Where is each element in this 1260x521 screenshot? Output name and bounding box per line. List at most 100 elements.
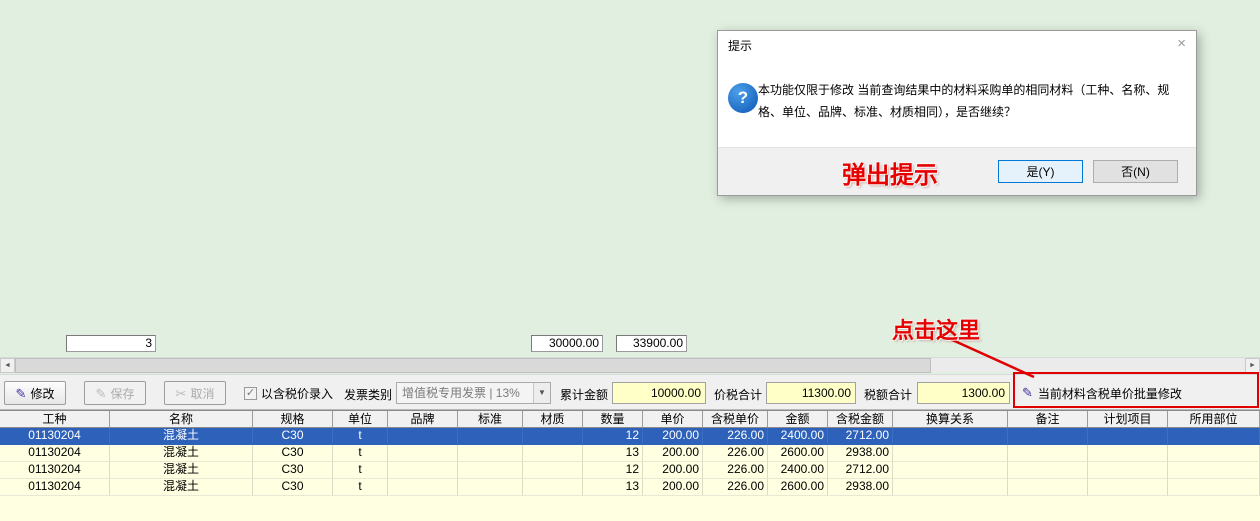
price-tax-total-field[interactable]: 11300.00: [766, 382, 856, 404]
table-cell[interactable]: [1008, 462, 1088, 479]
column-header-10[interactable]: 含税单价: [703, 411, 768, 427]
chevron-down-icon[interactable]: ▼: [533, 383, 550, 403]
table-cell[interactable]: t: [333, 428, 388, 445]
table-cell[interactable]: C30: [253, 462, 333, 479]
invoice-type-select[interactable]: 增值税专用发票 | 13% ▼: [396, 382, 551, 404]
table-cell[interactable]: [1008, 428, 1088, 445]
table-cell[interactable]: 13: [583, 479, 643, 496]
table-cell[interactable]: [388, 428, 458, 445]
column-header-8[interactable]: 数量: [583, 411, 643, 427]
column-header-7[interactable]: 材质: [523, 411, 583, 427]
table-cell[interactable]: 01130204: [0, 462, 110, 479]
table-cell[interactable]: 2938.00: [828, 445, 893, 462]
table-cell[interactable]: [458, 445, 523, 462]
table-cell[interactable]: 混凝土: [110, 445, 253, 462]
table-cell[interactable]: [523, 445, 583, 462]
table-cell[interactable]: [1088, 462, 1168, 479]
column-header-2[interactable]: 名称: [110, 411, 253, 427]
table-row[interactable]: 01130204混凝土C30t 13200.00226.002600.002938…: [0, 479, 1260, 496]
table-cell[interactable]: 01130204: [0, 479, 110, 496]
table-cell[interactable]: [388, 462, 458, 479]
column-header-6[interactable]: 标准: [458, 411, 523, 427]
yes-button[interactable]: 是(Y): [998, 160, 1083, 183]
tax-included-checkbox[interactable]: ✓ 以含税价录入: [244, 385, 333, 402]
table-cell[interactable]: [523, 428, 583, 445]
no-button[interactable]: 否(N): [1093, 160, 1178, 183]
table-cell[interactable]: 226.00: [703, 462, 768, 479]
table-row[interactable]: 01130204混凝土C30t 12200.00226.002400.002712…: [0, 462, 1260, 479]
table-cell[interactable]: [1168, 428, 1260, 445]
table-cell[interactable]: [1088, 445, 1168, 462]
column-header-12[interactable]: 含税金额: [828, 411, 893, 427]
column-header-5[interactable]: 品牌: [388, 411, 458, 427]
table-cell[interactable]: [1168, 462, 1260, 479]
table-cell[interactable]: [1008, 445, 1088, 462]
cumulative-amount-field[interactable]: 10000.00: [612, 382, 706, 404]
table-cell[interactable]: [1168, 445, 1260, 462]
table-cell[interactable]: [893, 428, 1008, 445]
table-cell[interactable]: 2400.00: [768, 462, 828, 479]
table-cell[interactable]: [388, 479, 458, 496]
table-row[interactable]: 01130204混凝土C30t 13200.00226.002600.002938…: [0, 445, 1260, 462]
tax-total-field[interactable]: 1300.00: [917, 382, 1010, 404]
horizontal-scrollbar[interactable]: ◄ ►: [0, 357, 1260, 372]
table-cell[interactable]: 200.00: [643, 479, 703, 496]
table-cell[interactable]: C30: [253, 428, 333, 445]
column-header-13[interactable]: 换算关系: [893, 411, 1008, 427]
table-cell[interactable]: 13: [583, 445, 643, 462]
table-cell[interactable]: C30: [253, 445, 333, 462]
scrollbar-thumb[interactable]: [15, 358, 931, 373]
column-header-1[interactable]: 工种: [0, 411, 110, 427]
table-cell[interactable]: t: [333, 479, 388, 496]
table-cell[interactable]: 226.00: [703, 479, 768, 496]
column-header-9[interactable]: 单价: [643, 411, 703, 427]
dialog-titlebar[interactable]: 提示 ×: [718, 31, 1196, 57]
table-cell[interactable]: [388, 445, 458, 462]
table-cell[interactable]: 2400.00: [768, 428, 828, 445]
table-cell[interactable]: [1008, 479, 1088, 496]
table-cell[interactable]: 混凝土: [110, 428, 253, 445]
table-cell[interactable]: [458, 479, 523, 496]
table-cell[interactable]: 2600.00: [768, 479, 828, 496]
table-cell[interactable]: 226.00: [703, 428, 768, 445]
column-header-16[interactable]: 所用部位: [1168, 411, 1260, 427]
table-cell[interactable]: C30: [253, 479, 333, 496]
table-cell[interactable]: [523, 479, 583, 496]
modify-button[interactable]: ✎ 修改: [4, 381, 66, 405]
table-cell[interactable]: 200.00: [643, 445, 703, 462]
table-cell[interactable]: 226.00: [703, 445, 768, 462]
table-cell[interactable]: 2712.00: [828, 428, 893, 445]
column-header-15[interactable]: 计划项目: [1088, 411, 1168, 427]
column-header-4[interactable]: 单位: [333, 411, 388, 427]
table-cell[interactable]: [458, 428, 523, 445]
table-cell[interactable]: t: [333, 445, 388, 462]
table-cell[interactable]: 200.00: [643, 462, 703, 479]
table-cell[interactable]: [893, 479, 1008, 496]
table-cell[interactable]: 12: [583, 428, 643, 445]
table-cell[interactable]: 2712.00: [828, 462, 893, 479]
table-cell[interactable]: 混凝土: [110, 479, 253, 496]
table-cell[interactable]: 2600.00: [768, 445, 828, 462]
table-cell[interactable]: 01130204: [0, 445, 110, 462]
table-cell[interactable]: [893, 445, 1008, 462]
column-header-14[interactable]: 备注: [1008, 411, 1088, 427]
table-cell[interactable]: 2938.00: [828, 479, 893, 496]
table-cell[interactable]: t: [333, 462, 388, 479]
close-icon[interactable]: ×: [1177, 35, 1186, 52]
table-cell[interactable]: 200.00: [643, 428, 703, 445]
table-cell[interactable]: 混凝土: [110, 462, 253, 479]
table-cell[interactable]: [1168, 479, 1260, 496]
column-header-3[interactable]: 规格: [253, 411, 333, 427]
table-cell[interactable]: [1088, 428, 1168, 445]
table-cell[interactable]: 01130204: [0, 428, 110, 445]
scroll-right-icon[interactable]: ►: [1245, 358, 1260, 373]
table-cell[interactable]: [458, 462, 523, 479]
table-cell[interactable]: [893, 462, 1008, 479]
table-cell[interactable]: [523, 462, 583, 479]
table-cell[interactable]: [1088, 479, 1168, 496]
batch-modify-button[interactable]: ✎ 当前材料含税单价批量修改: [1018, 381, 1186, 405]
table-cell[interactable]: 12: [583, 462, 643, 479]
table-row[interactable]: 01130204混凝土C30t 12200.00226.002400.002712…: [0, 428, 1260, 445]
scroll-left-icon[interactable]: ◄: [0, 358, 15, 373]
column-header-11[interactable]: 金额: [768, 411, 828, 427]
